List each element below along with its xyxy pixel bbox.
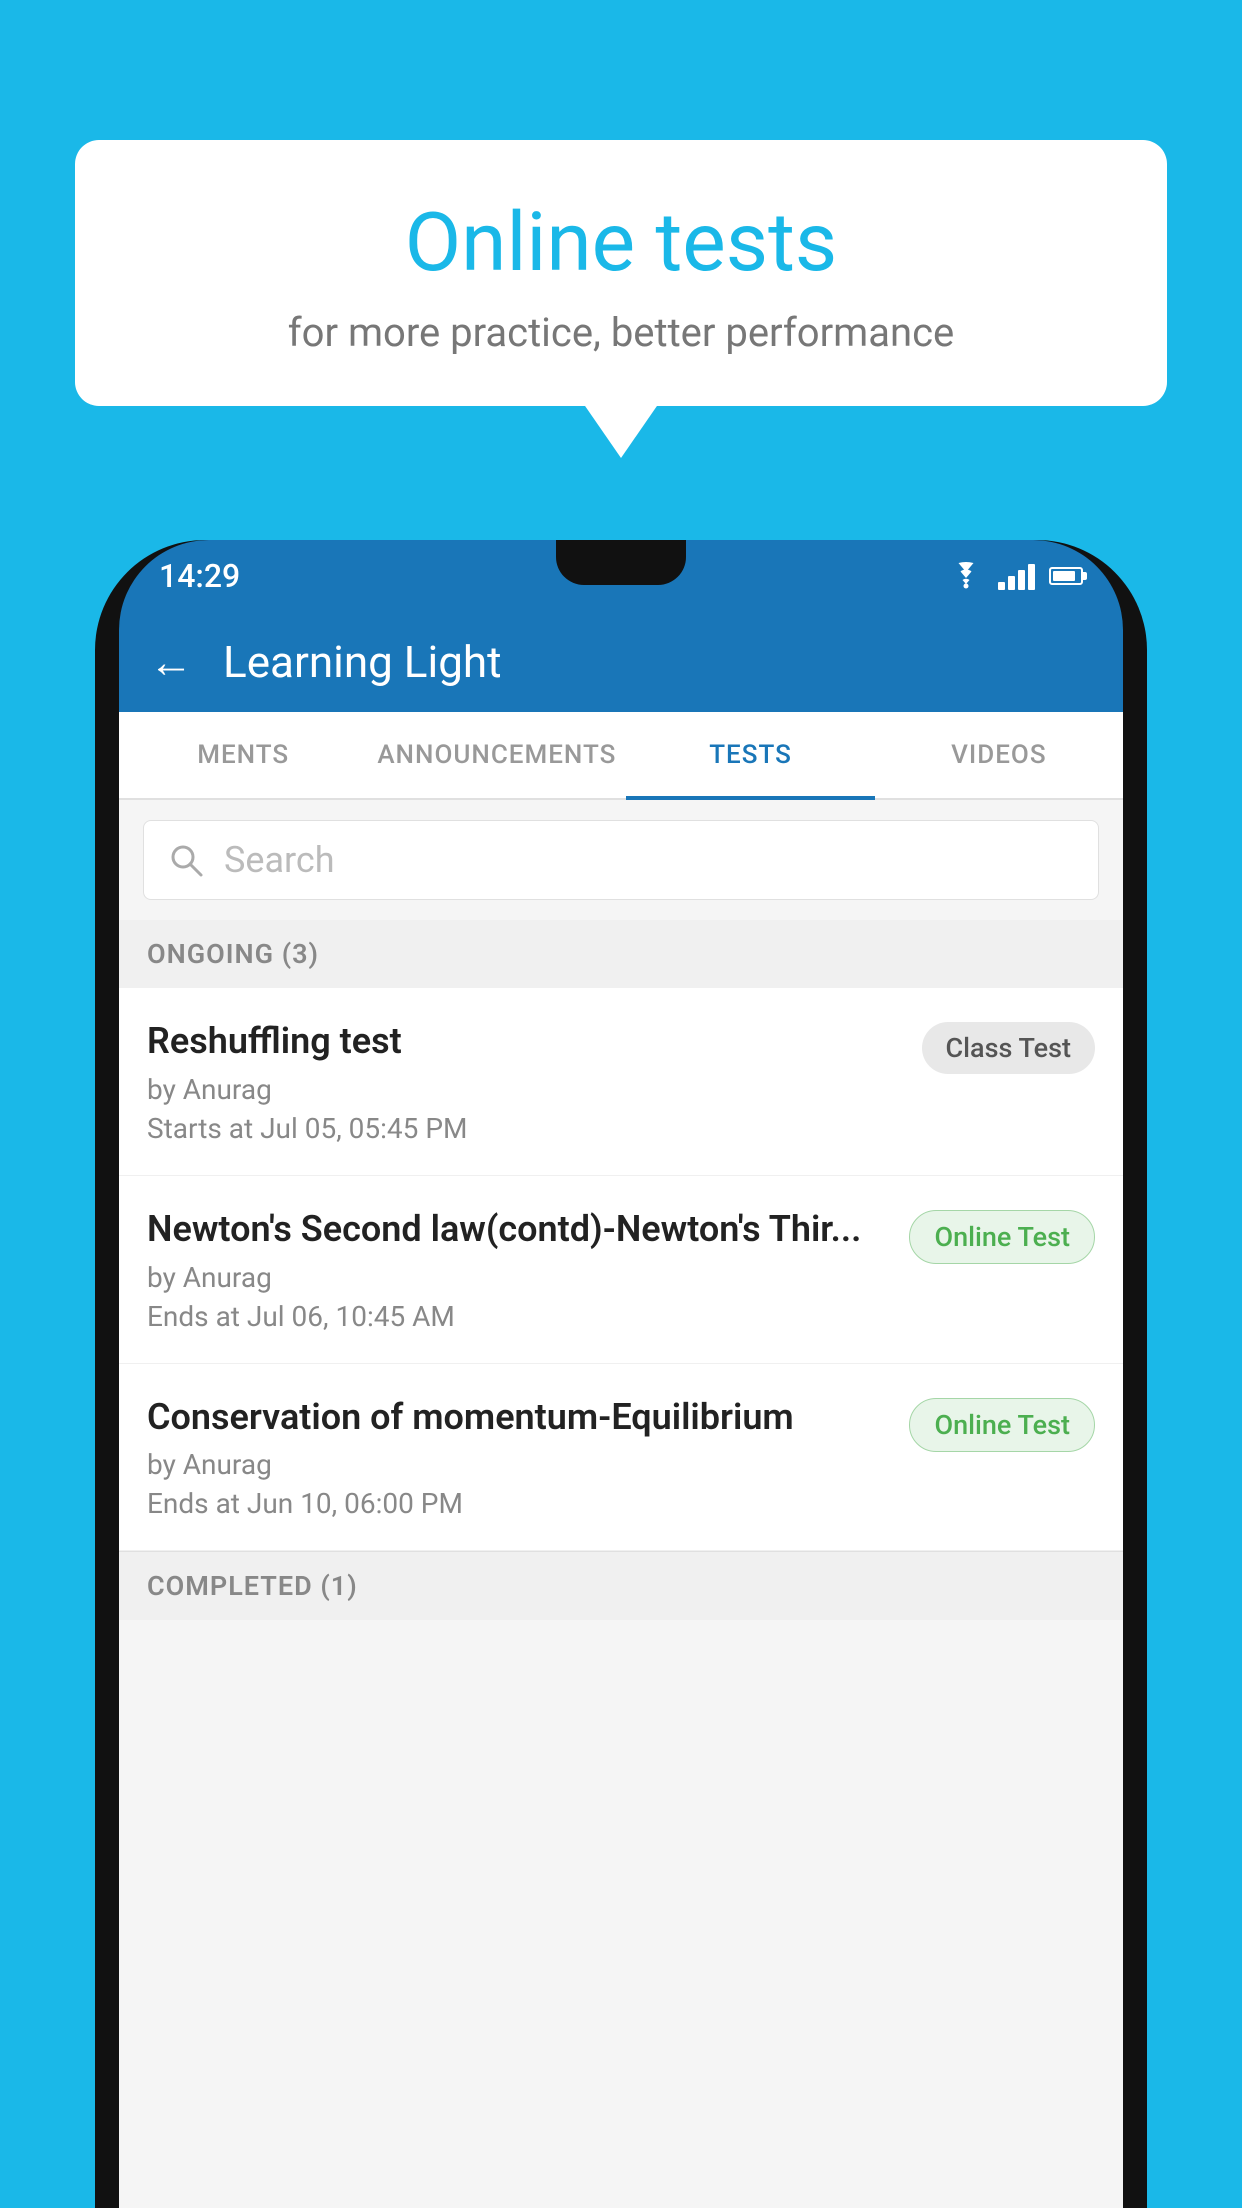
back-button[interactable]: ←: [149, 636, 193, 688]
test-info: Conservation of momentum-Equilibrium by …: [147, 1394, 889, 1521]
test-by: by Anurag: [147, 1073, 902, 1106]
search-input[interactable]: Search: [224, 839, 335, 881]
test-badge-class: Class Test: [922, 1022, 1096, 1074]
test-info: Newton's Second law(contd)-Newton's Thir…: [147, 1206, 889, 1333]
test-item[interactable]: Newton's Second law(contd)-Newton's Thir…: [119, 1176, 1123, 1364]
test-badge-online-2: Online Test: [909, 1398, 1095, 1452]
wifi-icon: [948, 562, 984, 590]
speech-bubble-title: Online tests: [135, 195, 1107, 291]
status-icons: [948, 562, 1083, 590]
phone-notch: [556, 540, 686, 585]
test-time: Starts at Jul 05, 05:45 PM: [147, 1112, 902, 1145]
test-name: Reshuffling test: [147, 1018, 902, 1065]
screen-content: MENTS ANNOUNCEMENTS TESTS VIDEOS Search …: [119, 712, 1123, 2208]
tab-videos[interactable]: VIDEOS: [875, 712, 1123, 798]
test-item[interactable]: Reshuffling test by Anurag Starts at Jul…: [119, 988, 1123, 1176]
test-time: Ends at Jun 10, 06:00 PM: [147, 1487, 889, 1520]
speech-bubble-container: Online tests for more practice, better p…: [75, 140, 1167, 406]
app-header: ← Learning Light: [119, 612, 1123, 712]
test-name: Newton's Second law(contd)-Newton's Thir…: [147, 1206, 889, 1253]
phone-frame: 14:29: [95, 540, 1147, 2208]
signal-bars-icon: [998, 562, 1035, 590]
phone-inner: 14:29: [119, 540, 1123, 2208]
test-time: Ends at Jul 06, 10:45 AM: [147, 1300, 889, 1333]
test-item[interactable]: Conservation of momentum-Equilibrium by …: [119, 1364, 1123, 1552]
test-info: Reshuffling test by Anurag Starts at Jul…: [147, 1018, 902, 1145]
completed-label: COMPLETED (1): [147, 1570, 358, 1602]
test-by: by Anurag: [147, 1261, 889, 1294]
search-container: Search: [119, 800, 1123, 920]
speech-bubble: Online tests for more practice, better p…: [75, 140, 1167, 406]
speech-bubble-subtitle: for more practice, better performance: [135, 309, 1107, 356]
test-badge-online: Online Test: [909, 1210, 1095, 1264]
status-time: 14:29: [159, 557, 240, 595]
tab-announcements[interactable]: ANNOUNCEMENTS: [367, 712, 626, 798]
search-bar[interactable]: Search: [143, 820, 1099, 900]
tab-tests[interactable]: TESTS: [626, 712, 874, 798]
battery-icon: [1049, 567, 1083, 585]
ongoing-label: ONGOING (3): [147, 938, 319, 970]
test-by: by Anurag: [147, 1448, 889, 1481]
tabs-container: MENTS ANNOUNCEMENTS TESTS VIDEOS: [119, 712, 1123, 800]
completed-section-header: COMPLETED (1): [119, 1551, 1123, 1620]
app-title: Learning Light: [223, 636, 502, 688]
search-icon: [168, 842, 204, 878]
ongoing-section-header: ONGOING (3): [119, 920, 1123, 988]
test-name: Conservation of momentum-Equilibrium: [147, 1394, 889, 1441]
tab-ments[interactable]: MENTS: [119, 712, 367, 798]
